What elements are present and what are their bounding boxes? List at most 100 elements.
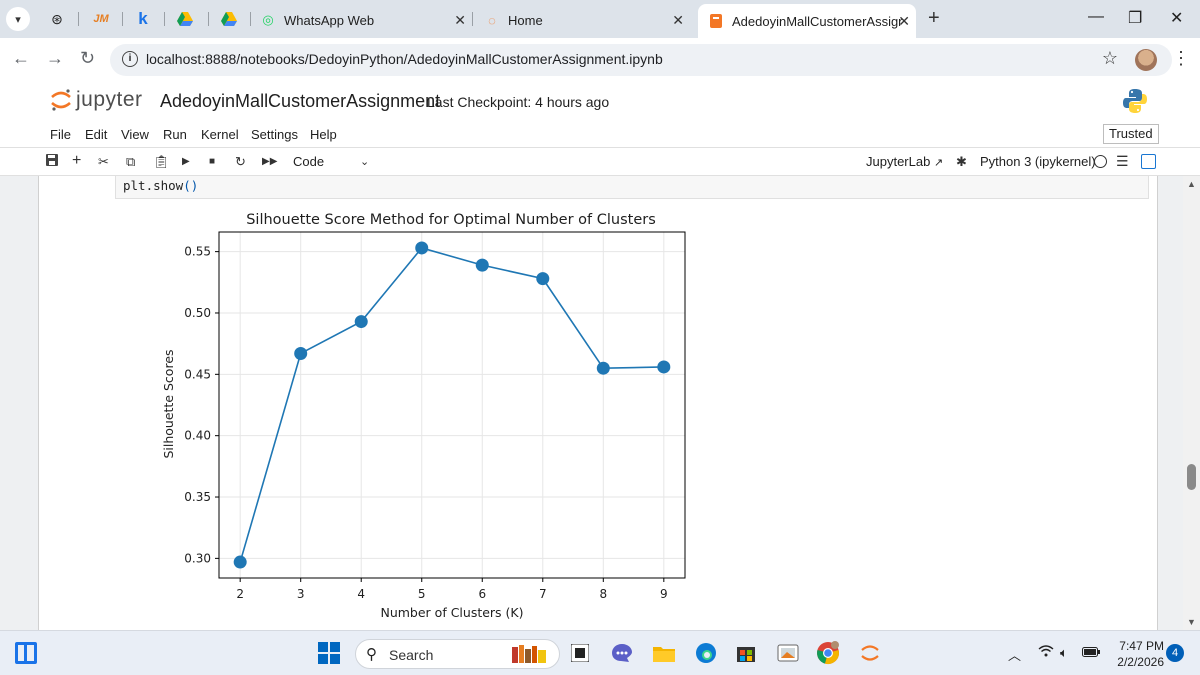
add-cell-icon[interactable]: +	[72, 152, 81, 170]
menu-file[interactable]: File	[50, 127, 71, 142]
restart-icon[interactable]: ↻	[235, 154, 246, 170]
tab-notebook[interactable]: AdedoyinMallCustomerAssignm ✕	[698, 4, 916, 38]
jupyterlab-link[interactable]: JupyterLab ↗	[866, 154, 943, 169]
scrollbar-thumb[interactable]	[1187, 464, 1196, 490]
reload-icon[interactable]: ↻	[80, 48, 95, 69]
tab-home[interactable]: ◌ Home ✕	[484, 6, 690, 34]
series-line	[233, 241, 671, 569]
paste-icon[interactable]: 📋︎	[153, 154, 170, 170]
books-widget-icon[interactable]	[510, 641, 554, 665]
x-axis-label: Number of Clusters (K)	[380, 605, 523, 620]
y-tick-label: 0.45	[184, 367, 211, 381]
search-icon: ⚲	[366, 646, 377, 663]
clock-time: 7:47 PM	[1119, 639, 1164, 653]
menu-view[interactable]: View	[121, 127, 149, 142]
volume-icon[interactable]: 🔈︎	[1060, 645, 1068, 661]
data-point-marker	[475, 258, 489, 272]
google-drive-icon[interactable]	[176, 10, 194, 28]
chart-grid	[219, 232, 685, 578]
menu-run[interactable]: Run	[163, 127, 187, 142]
menu-edit[interactable]: Edit	[85, 127, 107, 142]
menu-kernel[interactable]: Kernel	[201, 127, 239, 142]
restore-icon[interactable]: ❐	[1128, 8, 1142, 28]
scroll-down-icon[interactable]: ▼	[1187, 617, 1196, 627]
jupyter-logo-icon[interactable]	[50, 88, 72, 112]
terminal-app-icon[interactable]	[568, 641, 592, 665]
back-icon[interactable]: ←	[12, 48, 30, 69]
notification-badge[interactable]: 4	[1166, 644, 1184, 662]
notebook-title[interactable]: AdedoyinMallCustomerAssignment	[160, 91, 440, 112]
y-axis-label: Silhouette Scores	[161, 349, 176, 458]
microsoft-store-icon[interactable]	[734, 641, 758, 665]
google-drive-icon[interactable]	[220, 10, 238, 28]
scroll-up-icon[interactable]: ▲	[1187, 179, 1196, 189]
y-tick-label: 0.40	[184, 429, 211, 443]
jm-site-icon[interactable]: JM	[90, 10, 112, 28]
code-call: plt.show	[123, 178, 184, 193]
windows-start-icon[interactable]	[318, 642, 340, 664]
data-point-marker	[657, 360, 671, 374]
battery-icon[interactable]	[1082, 645, 1100, 660]
tab-whatsapp[interactable]: ◎ WhatsApp Web ✕	[260, 6, 472, 34]
widgets-icon[interactable]	[15, 642, 37, 664]
chevron-down-icon[interactable]: ⌄	[360, 155, 369, 168]
teams-icon[interactable]	[610, 641, 634, 665]
property-inspector-icon[interactable]	[1141, 154, 1156, 169]
photos-app-icon[interactable]	[776, 641, 800, 665]
run-icon[interactable]: ▶	[182, 156, 190, 167]
chevron-up-icon[interactable]: ︿	[1008, 645, 1021, 664]
forward-icon[interactable]: →	[46, 48, 64, 69]
minimize-icon[interactable]: —	[1088, 8, 1104, 26]
edge-icon[interactable]	[694, 641, 718, 665]
k-site-icon[interactable]: k	[134, 9, 152, 28]
jupyter-wordmark[interactable]: jupyter	[76, 88, 143, 112]
menu-help[interactable]: Help	[310, 127, 337, 142]
checkpoint-status: Last Checkpoint: 4 hours ago	[427, 94, 610, 110]
new-tab-icon[interactable]: +	[928, 7, 940, 30]
hamburger-menu-icon[interactable]: ☰	[1116, 153, 1129, 170]
fast-forward-icon[interactable]: ▶▶	[262, 156, 277, 167]
stop-icon[interactable]: ■	[209, 156, 215, 167]
file-explorer-icon[interactable]	[652, 641, 676, 665]
close-window-icon[interactable]: ✕	[1170, 8, 1183, 28]
tab-separator	[472, 12, 473, 26]
vertical-scrollbar[interactable]: ▲ ▼	[1183, 176, 1200, 630]
url-text[interactable]: localhost:8888/notebooks/DedoyinPython/A…	[146, 51, 663, 67]
data-point-marker	[233, 555, 247, 569]
code-line: plt.show()	[123, 178, 198, 193]
save-icon[interactable]	[46, 154, 58, 169]
address-bar[interactable]: i localhost:8888/notebooks/DedoyinPython…	[110, 44, 1172, 76]
bookmark-star-icon[interactable]: ☆	[1102, 48, 1118, 69]
menu-settings[interactable]: Settings	[251, 127, 298, 142]
cell-type-select[interactable]: Code	[293, 154, 324, 169]
kernel-name[interactable]: Python 3 (ipykernel)	[980, 154, 1096, 169]
close-icon[interactable]: ✕	[672, 12, 684, 29]
code-cell-input[interactable]: plt.show()	[115, 176, 1149, 199]
clock-date: 2/2/2026	[1117, 655, 1164, 669]
notebook-page: plt.show() Silhouette Score Method for O…	[38, 176, 1158, 630]
x-tick-label: 9	[660, 587, 668, 601]
y-tick-label: 0.50	[184, 306, 211, 320]
site-info-icon[interactable]: i	[122, 51, 138, 67]
tab-separator	[78, 12, 79, 26]
trusted-indicator[interactable]: Trusted	[1103, 124, 1159, 144]
close-icon[interactable]: ✕	[898, 13, 910, 30]
chatgpt-icon[interactable]: ⊛	[48, 10, 66, 28]
y-tick-label: 0.30	[184, 551, 211, 565]
tab-search-chevron-icon[interactable]: ▾	[6, 7, 30, 31]
jupyterlab-link-label: JupyterLab	[866, 154, 931, 169]
cut-icon[interactable]: ✂	[98, 154, 109, 170]
browser-menu-icon[interactable]: ⋮	[1172, 48, 1190, 69]
debugger-bug-icon[interactable]: ✱	[956, 154, 967, 170]
wifi-icon[interactable]	[1038, 645, 1054, 660]
series-polyline	[239, 247, 664, 563]
profile-avatar[interactable]	[1135, 49, 1157, 71]
code-parens: ()	[183, 178, 199, 193]
chrome-icon[interactable]	[816, 641, 840, 665]
close-icon[interactable]: ✕	[454, 12, 466, 29]
y-tick-label: 0.55	[184, 245, 211, 259]
jupyter-taskbar-icon[interactable]	[858, 641, 882, 665]
whatsapp-icon: ◎	[262, 12, 274, 27]
system-clock[interactable]: 7:47 PM 2/2/2026	[1108, 638, 1164, 670]
copy-icon[interactable]: ⧉	[126, 154, 135, 170]
